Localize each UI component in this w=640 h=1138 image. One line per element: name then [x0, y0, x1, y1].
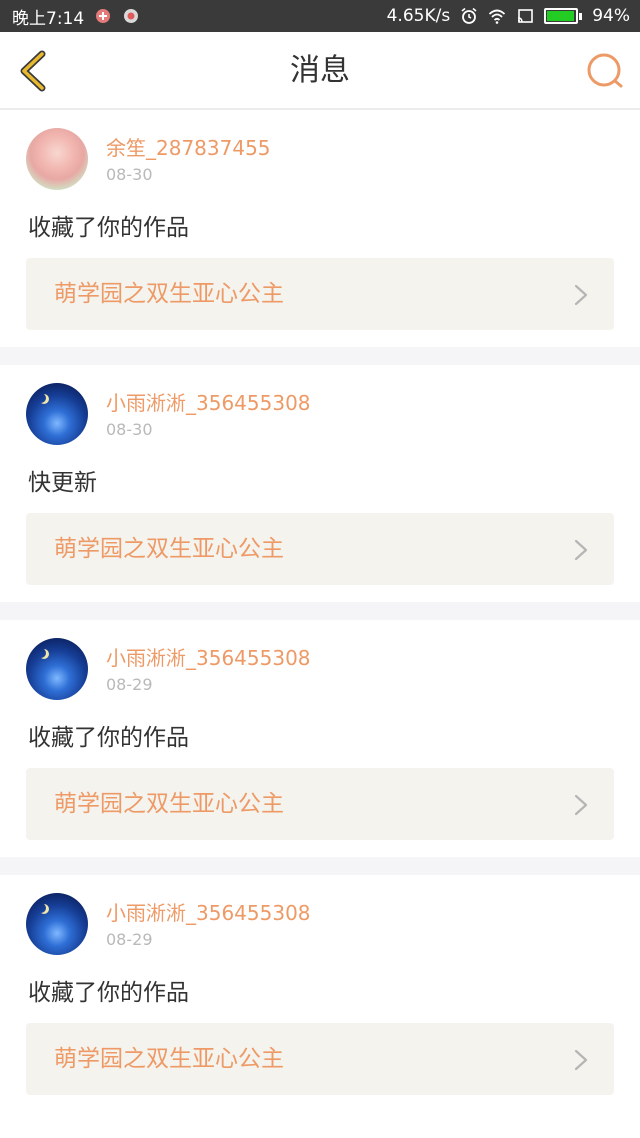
avatar[interactable]: [26, 638, 88, 700]
notification-icon-2: [124, 9, 139, 23]
notification-icon: [96, 9, 111, 23]
chevron-right-icon: [574, 539, 588, 561]
divider: [0, 857, 640, 875]
nav-bar: 消息: [0, 32, 640, 110]
message-date: 08-29: [106, 675, 153, 694]
sender-name[interactable]: 余笙_287837455: [106, 132, 271, 161]
avatar[interactable]: [26, 383, 88, 445]
chevron-right-icon: [574, 794, 588, 816]
message-text: 快更新: [28, 470, 97, 496]
status-time: 晚上7:14: [12, 8, 85, 29]
alarm-icon: [461, 7, 477, 24]
search-button[interactable]: [584, 50, 626, 92]
back-button[interactable]: [12, 48, 58, 94]
battery-icon: [544, 8, 583, 24]
sender-name[interactable]: 小雨淅淅_356455308: [106, 387, 311, 416]
work-link[interactable]: 萌学园之双生亚心公主: [26, 258, 614, 330]
divider: [0, 602, 640, 620]
message-date: 08-30: [106, 165, 153, 184]
avatar[interactable]: [26, 128, 88, 190]
battery-fill: [547, 11, 574, 21]
sender-name[interactable]: 小雨淅淅_356455308: [106, 642, 311, 671]
sender-name[interactable]: 小雨淅淅_356455308: [106, 897, 311, 926]
status-bar-left: 晚上7:14: [12, 4, 140, 29]
work-title: 萌学园之双生亚心公主: [54, 1046, 284, 1072]
status-bar-right: 4.65K/s 94%: [387, 6, 630, 26]
work-link[interactable]: 萌学园之双生亚心公主: [26, 768, 614, 840]
wifi-icon: [489, 9, 506, 24]
work-link[interactable]: 萌学园之双生亚心公主: [26, 1023, 614, 1095]
page-title: 消息: [290, 53, 350, 88]
message-text: 收藏了你的作品: [28, 215, 189, 241]
network-speed: 4.65K/s: [386, 6, 451, 26]
search-icon: [587, 53, 623, 88]
message-text: 收藏了你的作品: [28, 980, 189, 1006]
work-title: 萌学园之双生亚心公主: [54, 281, 284, 307]
work-link[interactable]: 萌学园之双生亚心公主: [26, 513, 614, 585]
message-card: 小雨淅淅_356455308 08-29 收藏了你的作品 萌学园之双生亚心公主: [0, 620, 640, 857]
message-list: 余笙_287837455 08-30 收藏了你的作品 萌学园之双生亚心公主 小雨…: [0, 110, 640, 1112]
work-title: 萌学园之双生亚心公主: [54, 536, 284, 562]
divider: [0, 347, 640, 365]
message-card: 余笙_287837455 08-30 收藏了你的作品 萌学园之双生亚心公主: [0, 110, 640, 347]
message-date: 08-30: [106, 420, 153, 439]
message-date: 08-29: [106, 930, 153, 949]
cast-icon: [518, 9, 534, 23]
chevron-right-icon: [574, 284, 588, 306]
message-text: 收藏了你的作品: [28, 725, 189, 751]
avatar[interactable]: [26, 893, 88, 955]
chevron-left-icon: [20, 50, 46, 92]
work-title: 萌学园之双生亚心公主: [54, 791, 284, 817]
chevron-right-icon: [574, 1049, 588, 1071]
status-bar: 晚上7:14 4.65K/s 94%: [0, 0, 640, 32]
message-card: 小雨淅淅_356455308 08-29 收藏了你的作品 萌学园之双生亚心公主: [0, 875, 640, 1112]
battery-percent: 94%: [592, 6, 630, 26]
message-card: 小雨淅淅_356455308 08-30 快更新 萌学园之双生亚心公主: [0, 365, 640, 602]
